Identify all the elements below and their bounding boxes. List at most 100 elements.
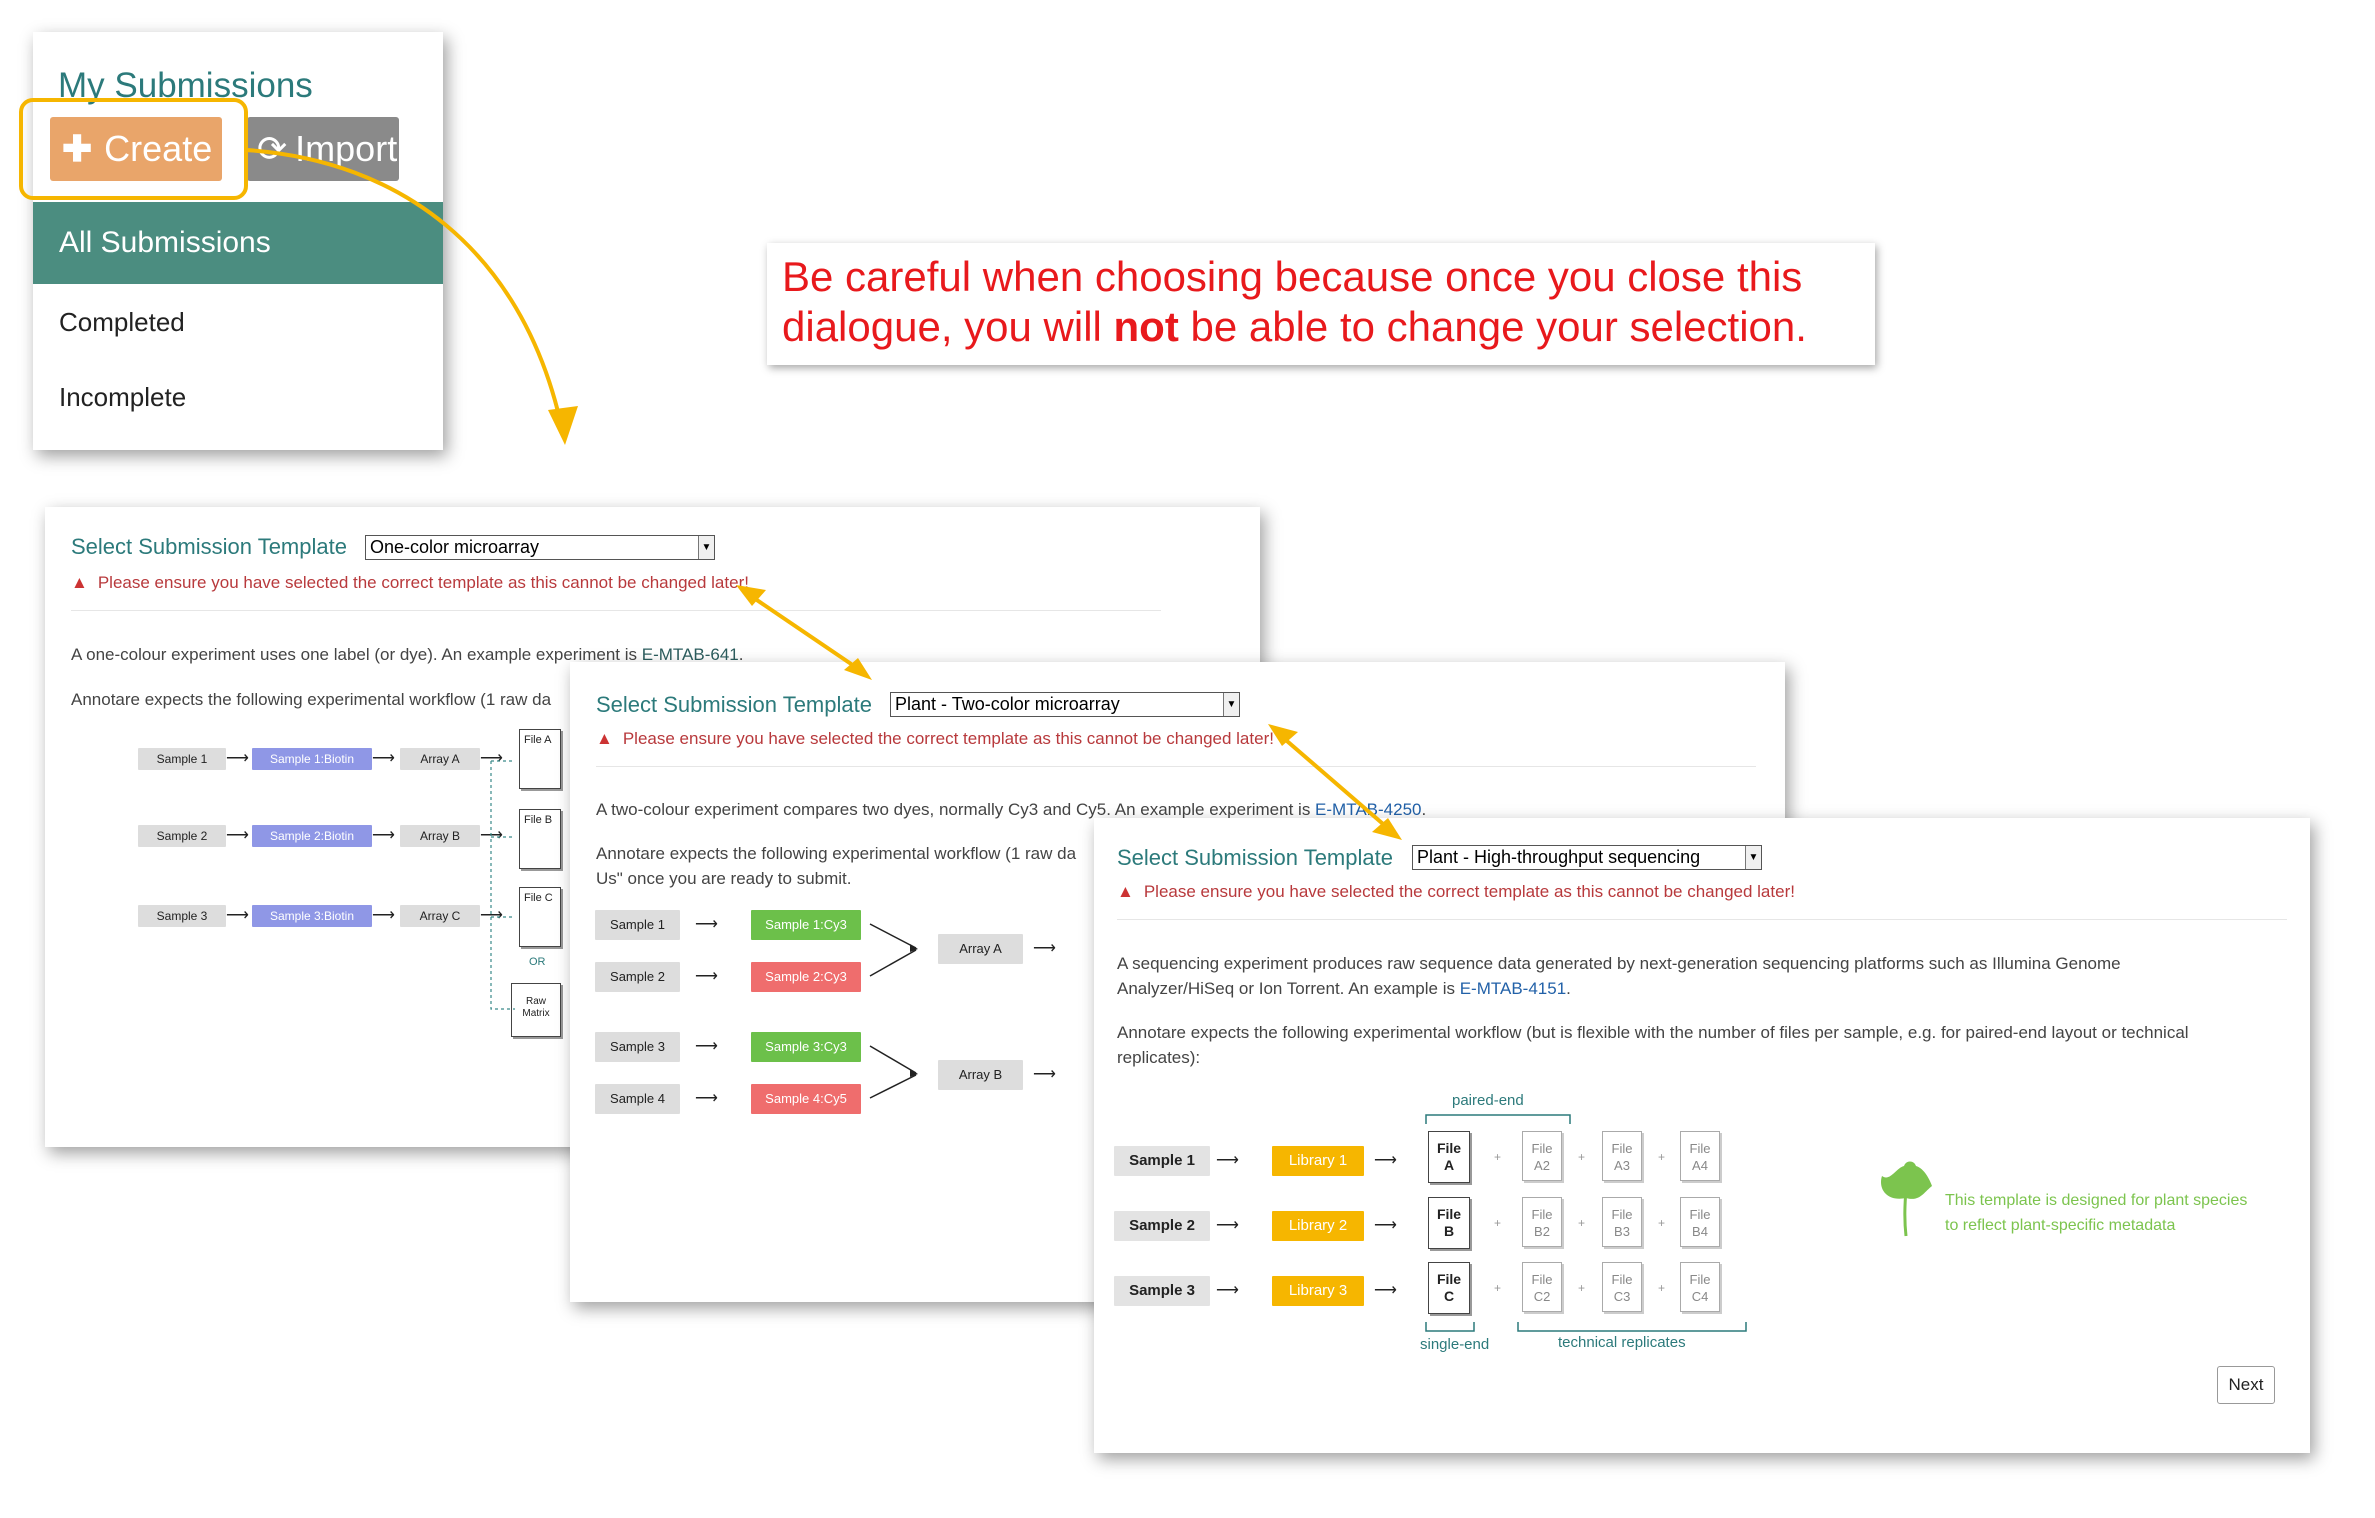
label-box: Sample 2:Biotin <box>252 825 372 847</box>
arrow-icon: ⟶ <box>226 907 249 924</box>
create-button[interactable]: ✚ Create <box>50 117 222 181</box>
sample-box: Sample 3 <box>138 905 226 927</box>
sample-box: Sample 3 <box>1114 1276 1210 1306</box>
plus-icon: + <box>1658 1150 1666 1164</box>
file-icon: File C <box>519 887 561 947</box>
example-link[interactable]: E-MTAB-4250 <box>1315 800 1421 819</box>
sample-box: Sample 1 <box>1114 1146 1210 1176</box>
label-box: Sample 3:Biotin <box>252 905 372 927</box>
library-box: Library 3 <box>1272 1276 1364 1306</box>
arrow-icon: ⟶ <box>372 907 395 924</box>
plus-icon: + <box>1494 1281 1502 1295</box>
incomplete-tab[interactable]: Incomplete <box>59 382 186 413</box>
workflow-text: Annotare expects the following experimen… <box>71 690 552 709</box>
arrow-icon: ⟶ <box>695 968 718 985</box>
sample-box: Sample 2 <box>138 825 226 847</box>
plus-icon: + <box>1658 1281 1666 1295</box>
sample-box: Sample 2 <box>1114 1211 1210 1241</box>
next-button[interactable]: Next <box>2217 1366 2275 1404</box>
label-box: Sample 2:Cy3 <box>751 962 861 992</box>
note-line-2: dialogue, you will not be able to change… <box>782 303 1807 350</box>
plus-icon: + <box>1658 1216 1666 1230</box>
plus-icon: + <box>1494 1216 1502 1230</box>
arrow-icon: ⟶ <box>1216 1282 1239 1299</box>
warning-icon: ▲ <box>71 573 88 592</box>
file-icon: File A <box>1428 1131 1470 1183</box>
file-icon: File C2 <box>1522 1262 1562 1312</box>
plus-icon: ✚ <box>62 128 93 169</box>
template-label: Select Submission Template <box>71 534 347 559</box>
template-warning: ▲ Please ensure you have selected the cor… <box>596 729 1274 748</box>
example-link[interactable]: E-MTAB-4151 <box>1460 979 1566 998</box>
arrow-icon: ⟶ <box>372 750 395 767</box>
template-dialog-sequencing: Select Submission Template Plant - High-… <box>1094 818 2310 1453</box>
plant-template-note: This template is designed for plant spec… <box>1945 1192 2248 1234</box>
dropdown-arrow-icon[interactable]: ▼ <box>1745 846 1761 869</box>
sample-box: Sample 3 <box>595 1032 680 1062</box>
library-box: Library 1 <box>1272 1146 1364 1176</box>
sample-box: Sample 1 <box>138 748 226 770</box>
label-box: Sample 3:Cy3 <box>751 1032 861 1062</box>
arrow-icon: ⟶ <box>226 750 249 767</box>
template-description: A sequencing experiment produces raw seq… <box>1117 954 2121 973</box>
arrow-icon: ⟶ <box>1374 1152 1397 1169</box>
arrow-icon: ⟶ <box>1374 1217 1397 1234</box>
my-submissions-title: My Submissions <box>58 66 313 105</box>
completed-tab[interactable]: Completed <box>59 307 185 338</box>
arrow-icon: ⟶ <box>695 1038 718 1055</box>
all-submissions-tab[interactable]: All Submissions <box>33 202 443 284</box>
merge-arrows <box>869 923 918 1099</box>
plus-icon: + <box>1494 1150 1502 1164</box>
arrow-icon: ⟶ <box>1374 1282 1397 1299</box>
import-icon: ⟳ <box>257 128 288 169</box>
template-select[interactable]: One-color microarray ▼ <box>365 535 715 560</box>
arrow-icon: ⟶ <box>226 827 249 844</box>
file-icon: File C4 <box>1680 1262 1720 1312</box>
file-icon: File B3 <box>1602 1197 1642 1247</box>
note-line-1: Be careful when choosing because once yo… <box>782 253 1803 300</box>
file-icon: File B <box>1428 1197 1470 1249</box>
template-label: Select Submission Template <box>1117 845 1393 870</box>
arrow-icon: ⟶ <box>1033 1066 1056 1083</box>
dropdown-arrow-icon[interactable]: ▼ <box>698 536 714 559</box>
sample-box: Sample 4 <box>595 1084 680 1114</box>
arrow-icon: ⟶ <box>695 1090 718 1107</box>
array-box: Array A <box>400 748 480 770</box>
arrow-icon: ⟶ <box>1033 940 1056 957</box>
warning-icon: ▲ <box>596 729 613 748</box>
file-icon: File B2 <box>1522 1197 1562 1247</box>
workflow-text-2: Us" once you are ready to submit. <box>596 869 852 888</box>
template-label: Select Submission Template <box>596 692 872 717</box>
file-icon: File A <box>519 729 561 789</box>
sample-box: Sample 1 <box>595 910 680 940</box>
template-select[interactable]: Plant - High-throughput sequencing ▼ <box>1412 845 1762 870</box>
template-select[interactable]: Plant - Two-color microarray ▼ <box>890 692 1240 717</box>
dashed-connector <box>490 760 515 1010</box>
file-icon: File B4 <box>1680 1197 1720 1247</box>
import-button[interactable]: ⟳ Import <box>247 117 399 181</box>
arrow-head-icon <box>548 406 578 445</box>
arrow-icon: ⟶ <box>695 916 718 933</box>
my-submissions-panel: My Submissions ✚ Create ⟳ Import All Submi… <box>33 32 443 450</box>
divider <box>1117 919 2287 920</box>
plus-icon: + <box>1578 1281 1586 1295</box>
file-icon: File C3 <box>1602 1262 1642 1312</box>
file-icon: File A3 <box>1602 1131 1642 1181</box>
or-label: OR <box>529 956 546 968</box>
warning-note: Be careful when choosing because once yo… <box>767 243 1875 365</box>
sample-box: Sample 2 <box>595 962 680 992</box>
divider <box>596 766 1756 767</box>
template-warning: ▲ Please ensure you have selected the cor… <box>1117 882 1795 901</box>
array-box: Array B <box>400 825 480 847</box>
arrow-icon: ⟶ <box>1216 1217 1239 1234</box>
divider <box>71 610 1161 611</box>
file-icon: File A4 <box>1680 1131 1720 1181</box>
arrow-icon: ⟶ <box>372 827 395 844</box>
label-box: Sample 4:Cy5 <box>751 1084 861 1114</box>
array-box: Array C <box>400 905 480 927</box>
library-box: Library 2 <box>1272 1211 1364 1241</box>
dropdown-arrow-icon[interactable]: ▼ <box>1223 693 1239 716</box>
label-box: Sample 1:Biotin <box>252 748 372 770</box>
workflow-text: Annotare expects the following experimen… <box>596 844 1077 863</box>
template-warning: ▲ Please ensure you have selected the cor… <box>71 573 749 592</box>
